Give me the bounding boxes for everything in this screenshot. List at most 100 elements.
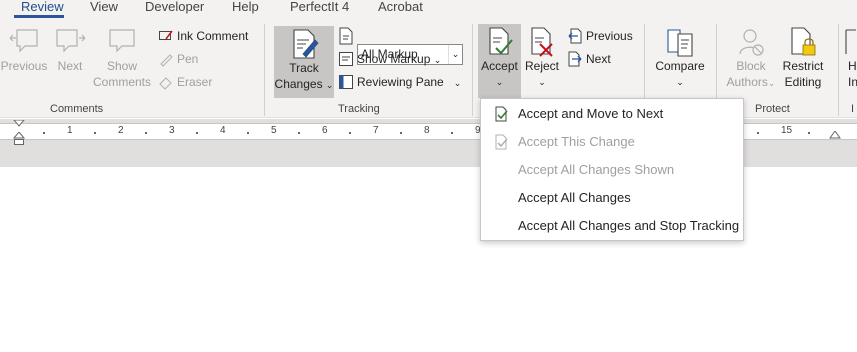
- menu-item-label: Accept All Changes: [518, 190, 631, 205]
- menu-item-label: Accept All Changes Shown: [518, 162, 675, 177]
- ink-comment-icon: [159, 30, 173, 40]
- menu-item-label: Accept and Move to Next: [518, 106, 664, 121]
- show-comments-button[interactable]: Show Comments: [92, 24, 152, 100]
- next-change-label: Next: [586, 52, 611, 66]
- reject-icon: [531, 27, 553, 57]
- menu-item-accept-all-and-stop-tracking[interactable]: Accept All Changes and Stop Tracking: [481, 212, 743, 240]
- show-comments-label-2: Comments: [92, 75, 151, 89]
- tracking-group-label: Tracking: [338, 103, 380, 115]
- hide-ink-icon: [845, 29, 856, 54]
- restrict-editing-button[interactable]: Restrict Editing: [780, 24, 826, 100]
- accept-button[interactable]: Accept ⌄: [478, 24, 521, 98]
- reject-button[interactable]: Reject ⌄: [521, 24, 563, 98]
- track-changes-label-2: Changes: [274, 77, 323, 91]
- eraser-label: Eraser: [177, 75, 213, 89]
- show-markup-label: Show Markup: [357, 52, 431, 66]
- block-authors-button[interactable]: Block Authors⌄: [722, 24, 780, 100]
- tab-acrobat[interactable]: Acrobat: [378, 0, 423, 14]
- group-divider: [264, 24, 265, 116]
- eraser-icon: [159, 77, 172, 90]
- chevron-down-icon: ⌄: [767, 78, 776, 88]
- protect-group-label: Protect: [755, 103, 790, 115]
- ink-comment-button[interactable]: Ink Comment: [158, 26, 258, 46]
- pen-button[interactable]: Pen: [158, 49, 218, 69]
- previous-change-button[interactable]: Previous: [567, 26, 637, 46]
- ruler-number: 2: [118, 125, 124, 136]
- menu-item-label: Accept All Changes and Stop Tracking: [518, 218, 740, 233]
- compare-icon: [667, 29, 693, 57]
- previous-comment-icon: [9, 29, 38, 53]
- reviewing-pane-label: Reviewing Pane: [357, 75, 444, 89]
- group-divider: [472, 24, 473, 116]
- restrict-editing-label-2: Editing: [784, 75, 822, 89]
- show-markup-icon: [339, 52, 353, 66]
- restrict-editing-icon: [791, 27, 816, 56]
- chevron-down-icon: ⌄: [495, 77, 504, 87]
- show-markup-button[interactable]: Show Markup ⌄: [338, 49, 448, 69]
- tab-developer[interactable]: Developer: [145, 0, 204, 14]
- ink-group-label: I: [851, 103, 855, 115]
- next-comment-icon: [56, 29, 86, 53]
- ink-comment-label: Ink Comment: [177, 29, 249, 43]
- display-for-review-icon: [339, 27, 353, 45]
- hide-ink-label-1: H: [848, 59, 857, 73]
- next-change-icon: [568, 51, 582, 67]
- ruler-number: 5: [271, 125, 277, 136]
- compare-label: Compare: [655, 59, 705, 73]
- ribbon-tabs: Review View Developer Help PerfectIt 4 A…: [0, 0, 857, 18]
- previous-comment-label: Previous: [0, 59, 48, 73]
- previous-comment-button[interactable]: Previous: [0, 24, 48, 84]
- ruler-number: 7: [373, 125, 379, 136]
- menu-item-accept-and-move-to-next[interactable]: Accept and Move to Next: [481, 100, 743, 128]
- tab-perfectit[interactable]: PerfectIt 4: [290, 0, 349, 14]
- accept-label: Accept: [481, 59, 518, 73]
- reviewing-pane-icon: [339, 75, 353, 89]
- next-comment-button[interactable]: Next: [50, 24, 90, 84]
- comments-group-label: Comments: [50, 103, 104, 115]
- block-authors-label-2: Authors: [726, 75, 768, 89]
- track-changes-icon: [293, 29, 319, 59]
- hide-ink-button[interactable]: H In: [842, 24, 857, 100]
- chevron-down-icon: ⌄: [448, 45, 462, 64]
- track-changes-label-1: Track: [289, 61, 319, 75]
- tab-review[interactable]: Review: [21, 0, 64, 14]
- menu-item-accept-this-change[interactable]: Accept This Change: [481, 128, 743, 156]
- pen-label: Pen: [177, 52, 199, 66]
- menu-item-accept-all-changes[interactable]: Accept All Changes: [481, 184, 743, 212]
- block-authors-icon: [739, 29, 764, 56]
- accept-this-change-icon: [495, 134, 508, 150]
- track-changes-button[interactable]: Track Changes ⌄: [274, 26, 334, 98]
- chevron-down-icon: ⌄: [538, 77, 546, 87]
- show-comments-label-1: Show: [106, 59, 138, 73]
- previous-change-label: Previous: [586, 29, 633, 43]
- menu-item-accept-all-changes-shown[interactable]: Accept All Changes Shown: [481, 156, 743, 184]
- block-authors-label-1: Block: [736, 59, 766, 73]
- hide-ink-label-2: In: [848, 75, 857, 89]
- chevron-down-icon: ⌄: [325, 80, 334, 90]
- ruler-number: 3: [169, 125, 175, 136]
- ruler-number: 6: [322, 125, 328, 136]
- chevron-down-icon: ⌄: [676, 77, 684, 87]
- chevron-down-icon: ⌄: [433, 55, 442, 65]
- previous-change-icon: [568, 28, 582, 44]
- ruler-number: 8: [424, 125, 430, 136]
- reviewing-pane-button[interactable]: Reviewing Pane ⌄: [338, 72, 463, 92]
- accept-icon: [488, 27, 513, 55]
- eraser-button[interactable]: Eraser: [158, 72, 228, 92]
- tab-help[interactable]: Help: [232, 0, 259, 14]
- show-comments-icon: [109, 29, 135, 53]
- menu-item-label: Accept This Change: [518, 134, 635, 149]
- hanging-indent-marker-icon[interactable]: [13, 132, 25, 146]
- next-comment-label: Next: [57, 59, 83, 73]
- restrict-editing-label-1: Restrict: [782, 59, 824, 73]
- right-indent-marker-icon[interactable]: [829, 131, 841, 141]
- first-line-indent-marker-icon[interactable]: [13, 120, 25, 130]
- accept-and-move-icon: [495, 106, 508, 122]
- compare-button[interactable]: Compare ⌄: [652, 24, 708, 98]
- tab-view[interactable]: View: [90, 0, 118, 14]
- ruler-number: 4: [220, 125, 226, 136]
- next-change-button[interactable]: Next: [567, 49, 627, 69]
- accept-dropdown-menu: Accept and Move to Next Accept This Chan…: [480, 98, 744, 241]
- group-divider: [838, 24, 839, 116]
- chevron-down-icon: ⌄: [453, 78, 462, 88]
